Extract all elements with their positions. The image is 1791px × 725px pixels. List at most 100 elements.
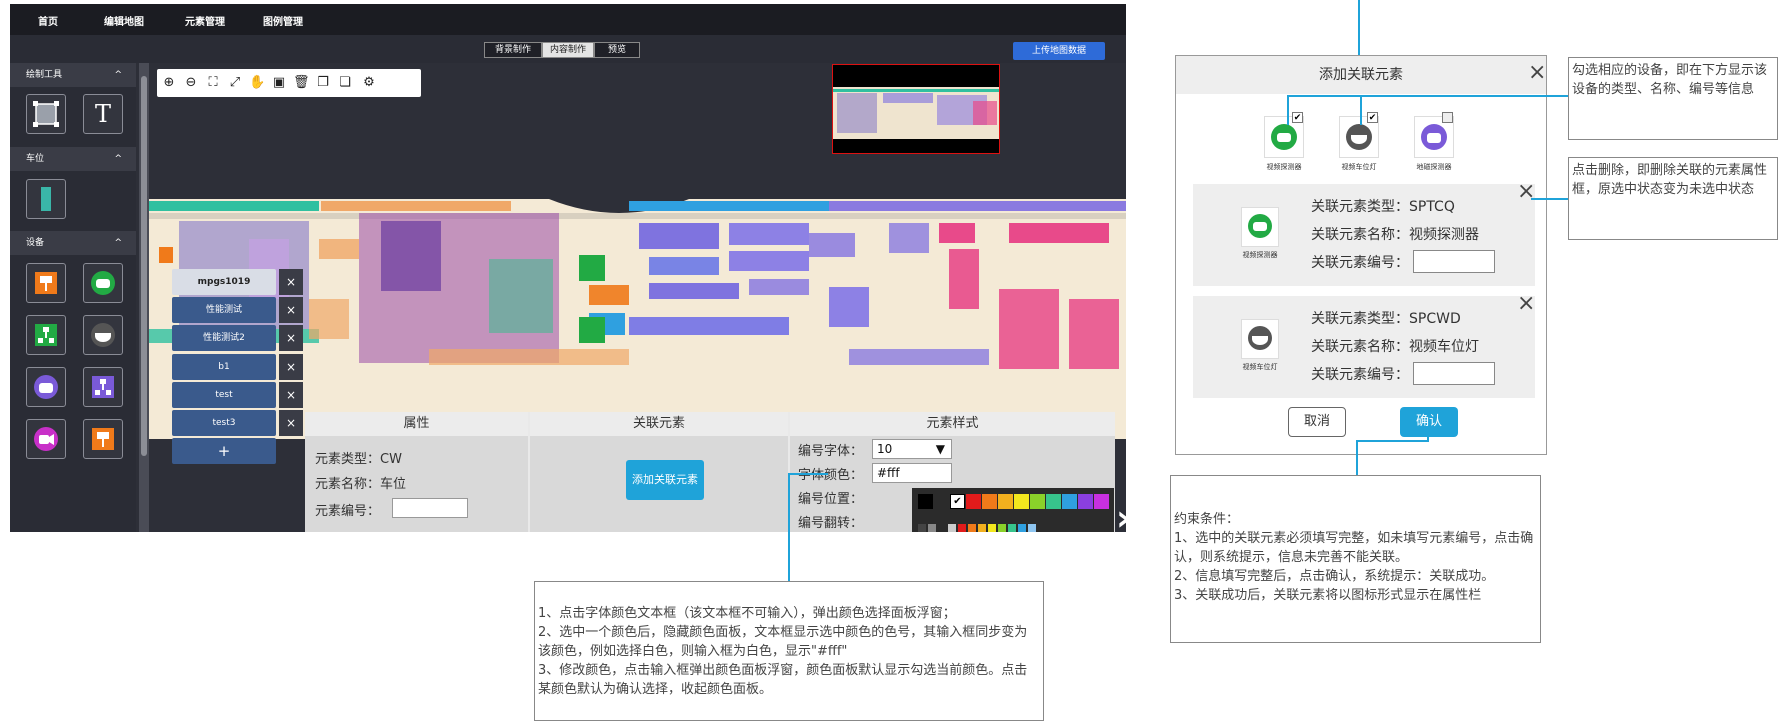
rule-line: 2、选中一个颜色后，隐藏颜色面板，文本框显示选中颜色的色号，其输入框同步变为该颜… bbox=[538, 625, 1028, 659]
device-hub-tool[interactable] bbox=[83, 367, 123, 407]
close-icon[interactable]: × bbox=[1528, 60, 1546, 85]
color-swatch[interactable] bbox=[978, 524, 986, 532]
rect-tool[interactable] bbox=[26, 94, 66, 134]
element-number-input[interactable] bbox=[392, 498, 468, 518]
layer-close-icon[interactable]: × bbox=[279, 297, 303, 323]
layer-close-icon[interactable]: × bbox=[279, 325, 303, 351]
section-title: 设备 bbox=[26, 238, 45, 248]
device-lamp-tool[interactable] bbox=[83, 315, 123, 355]
number-font-value: 10 bbox=[877, 442, 893, 456]
color-swatch[interactable] bbox=[998, 494, 1013, 509]
connector-line bbox=[788, 473, 828, 475]
nav-legend-manage[interactable]: 图例管理 bbox=[263, 13, 303, 28]
color-swatch[interactable] bbox=[958, 524, 966, 532]
device-camera-tool[interactable] bbox=[83, 263, 123, 303]
collapse-icon[interactable]: ^ bbox=[114, 147, 122, 171]
paste-icon[interactable]: ❏ bbox=[337, 74, 353, 92]
tab-content[interactable]: 内容制作 bbox=[542, 42, 594, 58]
chevron-right-icon[interactable]: › bbox=[1116, 498, 1126, 532]
color-swatch[interactable] bbox=[968, 524, 976, 532]
color-swatch[interactable] bbox=[1028, 524, 1036, 532]
collapse-icon[interactable]: ^ bbox=[114, 63, 122, 87]
color-swatch[interactable] bbox=[1030, 494, 1045, 509]
related-number-input[interactable] bbox=[1413, 362, 1495, 385]
fit-icon[interactable]: ⛶ bbox=[205, 74, 221, 92]
add-layer-button[interactable]: + bbox=[172, 438, 276, 464]
parking-space-tool[interactable] bbox=[26, 179, 66, 219]
tab-background[interactable]: 背景制作 bbox=[484, 42, 542, 58]
color-swatch[interactable] bbox=[1008, 524, 1016, 532]
color-swatch[interactable] bbox=[1046, 494, 1061, 509]
sign-icon bbox=[92, 428, 114, 450]
nav-home[interactable]: 首页 bbox=[38, 13, 58, 28]
color-swatch[interactable] bbox=[1078, 494, 1093, 509]
upload-map-button[interactable]: 上传地图数据 bbox=[1013, 42, 1105, 60]
connector-line bbox=[1356, 440, 1358, 475]
cancel-button[interactable]: 取消 bbox=[1288, 407, 1346, 437]
color-swatch[interactable] bbox=[988, 524, 996, 532]
color-swatch[interactable]: ✔ bbox=[950, 494, 965, 509]
device-checkbox[interactable] bbox=[1442, 112, 1453, 123]
fullscreen-icon[interactable]: ⤢ bbox=[227, 74, 243, 92]
device-checkbox[interactable]: ✔ bbox=[1367, 112, 1378, 123]
layer-close-icon[interactable]: × bbox=[279, 269, 303, 295]
layer-close-icon[interactable]: × bbox=[279, 410, 303, 436]
minimap-preview bbox=[833, 87, 999, 139]
section-draw-tools[interactable]: 绘制工具 ^ bbox=[10, 63, 136, 87]
color-swatch[interactable] bbox=[948, 524, 956, 532]
device-sign-tool[interactable] bbox=[26, 263, 66, 303]
related-type: 关联元素类型：SPTCQ bbox=[1311, 199, 1455, 215]
color-swatch[interactable] bbox=[1094, 494, 1109, 509]
connector-line bbox=[1427, 430, 1429, 442]
color-swatch[interactable] bbox=[982, 494, 997, 509]
section-devices[interactable]: 设备 ^ bbox=[10, 231, 136, 255]
layer-item[interactable]: 性能测试 bbox=[172, 297, 276, 323]
minimap[interactable] bbox=[832, 64, 1000, 154]
section-parking[interactable]: 车位 ^ bbox=[10, 147, 136, 171]
device-checkbox[interactable]: ✔ bbox=[1292, 112, 1303, 123]
tab-preview[interactable]: 预览 bbox=[594, 42, 640, 58]
delete-card-icon[interactable]: × bbox=[1517, 179, 1535, 204]
element-type: 元素类型：CW bbox=[315, 452, 402, 467]
layer-item[interactable]: test bbox=[172, 382, 276, 408]
related-number-input[interactable] bbox=[1413, 250, 1495, 273]
device-network-tool[interactable] bbox=[26, 315, 66, 355]
delete-card-icon[interactable]: × bbox=[1517, 291, 1535, 316]
device-sign2-tool[interactable] bbox=[83, 419, 123, 459]
color-swatch[interactable] bbox=[1014, 494, 1029, 509]
delete-icon[interactable]: 🗑 bbox=[293, 74, 310, 92]
pan-hand-icon[interactable]: ✋ bbox=[249, 74, 265, 92]
color-swatch[interactable] bbox=[928, 524, 936, 532]
add-related-element-button[interactable]: 添加关联元素 bbox=[626, 460, 704, 500]
save-icon[interactable]: ▣ bbox=[271, 74, 287, 92]
color-swatch[interactable] bbox=[918, 524, 926, 532]
number-font-select[interactable]: 10 ▼ bbox=[872, 439, 952, 459]
color-swatch[interactable] bbox=[998, 524, 1006, 532]
font-color-field[interactable]: #fff bbox=[872, 463, 952, 483]
text-tool[interactable]: T bbox=[83, 94, 123, 134]
color-swatch[interactable] bbox=[934, 494, 949, 509]
color-swatch[interactable] bbox=[1018, 524, 1026, 532]
device-geomag-tool[interactable] bbox=[26, 367, 66, 407]
confirm-button[interactable]: 确认 bbox=[1400, 407, 1458, 437]
device-video-tool[interactable] bbox=[26, 419, 66, 459]
collapse-icon[interactable]: ^ bbox=[114, 231, 122, 255]
layer-close-icon[interactable]: × bbox=[279, 382, 303, 408]
color-swatch[interactable] bbox=[918, 494, 933, 509]
layer-item[interactable]: b1 bbox=[172, 354, 276, 380]
layer-close-icon[interactable]: × bbox=[279, 354, 303, 380]
zoom-in-icon[interactable]: ⊕ bbox=[161, 74, 177, 92]
zoom-out-icon[interactable]: ⊖ bbox=[183, 74, 199, 92]
scrollbar-thumb[interactable] bbox=[141, 76, 147, 456]
copy-icon[interactable]: ❐ bbox=[315, 74, 331, 92]
nav-element-manage[interactable]: 元素管理 bbox=[185, 13, 225, 28]
color-swatch[interactable] bbox=[938, 524, 946, 532]
layer-item[interactable]: mpgs1019 bbox=[172, 269, 276, 295]
color-swatch[interactable] bbox=[966, 494, 981, 509]
layer-item[interactable]: 性能测试2 bbox=[172, 325, 276, 351]
settings-icon[interactable]: ⚙ bbox=[361, 74, 377, 92]
nav-edit-map[interactable]: 编辑地图 bbox=[104, 13, 144, 28]
lamp-icon bbox=[91, 323, 115, 347]
color-swatch[interactable] bbox=[1062, 494, 1077, 509]
layer-item[interactable]: test3 bbox=[172, 410, 276, 436]
